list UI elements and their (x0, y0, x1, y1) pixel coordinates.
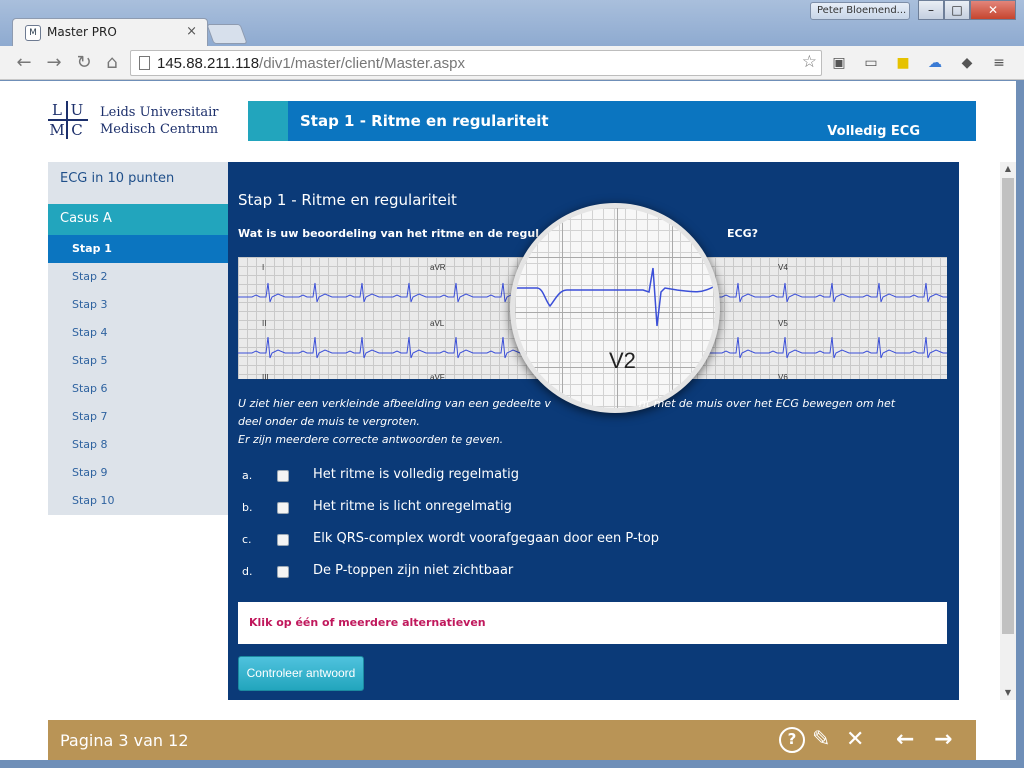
back-icon[interactable]: ← (12, 51, 36, 75)
bookmark-star-icon[interactable]: ☆ (802, 52, 817, 72)
option-letter: c. (242, 533, 252, 546)
sidebar-item-step-7[interactable]: Stap 7 (48, 403, 228, 431)
logo-text: Leids Universitair Medisch Centrum (100, 104, 219, 138)
header-subtitle: Volledig ECG (827, 124, 920, 139)
pocket-icon[interactable]: ◆ (958, 54, 976, 72)
main-panel: Stap 1 - Ritme en regulariteit Wat is uw… (228, 162, 959, 700)
page-icon (139, 56, 150, 70)
check-answer-button[interactable]: Controleer antwoord (238, 656, 364, 691)
question-left: Wat is uw beoordeling van het ritme en d… (238, 227, 539, 240)
answer-option[interactable]: c. Elk QRS-complex wordt voorafgegaan doo… (242, 531, 842, 551)
cast-icon[interactable]: ▭ (862, 54, 880, 72)
option-label: Het ritme is licht onregelmatig (313, 499, 512, 514)
scroll-down-icon[interactable]: ▼ (1000, 686, 1016, 700)
answer-option[interactable]: a. Het ritme is volledig regelmatig (242, 467, 842, 487)
option-letter: b. (242, 501, 253, 514)
feedback-box: Klik op één of meerdere alternatieven (238, 602, 947, 644)
magnified-trace (515, 267, 715, 327)
option-label: Elk QRS-complex wordt voorafgegaan door … (313, 531, 659, 546)
option-checkbox[interactable] (277, 566, 289, 578)
sidebar-item-step-9[interactable]: Stap 9 (48, 459, 228, 487)
option-letter: a. (242, 469, 253, 482)
option-checkbox[interactable] (277, 534, 289, 546)
extension-icon[interactable]: ▣ (830, 54, 848, 72)
logo-mark: L U M C (48, 101, 88, 139)
close-icon[interactable]: ✕ (846, 728, 864, 752)
sidebar-item-step-8[interactable]: Stap 8 (48, 431, 228, 459)
question-right: ECG? (727, 227, 758, 240)
browser-tab[interactable]: M Master PRO × (12, 18, 208, 46)
sidebar-item-step-6[interactable]: Stap 6 (48, 375, 228, 403)
sidebar-item-ecg-in-10-punten[interactable]: ECG in 10 punten (48, 162, 228, 204)
magnifier-lead-label: V2 (609, 348, 636, 373)
url-host: 145.88.211.118 (157, 55, 260, 72)
page-title: Stap 1 - Ritme en regulariteit (238, 191, 457, 209)
sidebar: ECG in 10 punten Casus A Stap 1 Stap 2 Sta… (48, 162, 228, 515)
pagination-text: Pagina 3 van 12 (60, 731, 189, 750)
forward-icon[interactable]: → (42, 51, 66, 75)
option-checkbox[interactable] (277, 502, 289, 514)
maximize-button[interactable]: □ (944, 0, 970, 20)
home-icon[interactable]: ⌂ (100, 51, 124, 75)
ecg-magnifier: V2 (510, 203, 720, 413)
instruction-line3: Er zijn meerdere correcte antwoorden te … (238, 433, 504, 446)
url-path: /div1/master/client/Master.aspx (259, 55, 465, 72)
page-scrollbar[interactable]: ▲ ▼ (1000, 162, 1016, 700)
sidebar-item-step-2[interactable]: Stap 2 (48, 263, 228, 291)
answer-option[interactable]: d. De P-toppen zijn niet zichtbaar (242, 563, 842, 583)
feedback-message: Klik op één of meerdere alternatieven (249, 616, 486, 629)
header-bar: Stap 1 - Ritme en regulariteit Volledig … (288, 101, 976, 141)
browser-toolbar: ← → ↻ ⌂ 145.88.211.118/div1/master/clien… (0, 46, 1024, 80)
notes-extension-icon[interactable]: ■ (894, 54, 912, 72)
option-letter: d. (242, 565, 253, 578)
lumc-logo: L U M C Leids Universitair Medisch Centr… (48, 101, 248, 141)
master-favicon-icon: M (25, 25, 41, 41)
option-label: De P-toppen zijn niet zichtbaar (313, 563, 514, 578)
tab-title: Master PRO (47, 25, 117, 39)
instruction-line1-left: U ziet hier een verkleinde afbeelding va… (238, 397, 551, 410)
window-titlebar: M Master PRO × Peter Bloemend... – □ ✕ (0, 0, 1024, 46)
logo-letter: L (52, 101, 62, 119)
sidebar-item-step-1[interactable]: Stap 1 (48, 235, 228, 263)
option-checkbox[interactable] (277, 470, 289, 482)
previous-arrow-icon[interactable]: ← (896, 728, 914, 752)
footer-bar: Pagina 3 van 12 ? ✎ ✕ ← → (48, 720, 976, 760)
instruction-line1-right: nt met de muis over het ECG bewegen om h… (638, 397, 896, 410)
logo-line2: Medisch Centrum (100, 122, 219, 137)
sidebar-step-list: Stap 1 Stap 2 Stap 3 Stap 4 Stap 5 Stap 6 Stap… (48, 235, 228, 515)
tab-close-icon[interactable]: × (186, 24, 197, 39)
new-tab-button[interactable] (206, 24, 248, 44)
logo-letter: U (70, 101, 84, 119)
logo-letter: M (49, 121, 65, 139)
close-window-button[interactable]: ✕ (970, 0, 1016, 20)
next-arrow-icon[interactable]: → (934, 728, 952, 752)
help-icon[interactable]: ? (779, 727, 805, 753)
menu-icon[interactable]: ≡ (990, 54, 1008, 72)
scroll-thumb[interactable] (1002, 178, 1014, 634)
scroll-up-icon[interactable]: ▲ (1000, 162, 1016, 176)
sidebar-item-step-4[interactable]: Stap 4 (48, 319, 228, 347)
reload-icon[interactable]: ↻ (72, 51, 96, 75)
sidebar-item-step-3[interactable]: Stap 3 (48, 291, 228, 319)
header-accent (248, 101, 288, 141)
minimize-button[interactable]: – (918, 0, 944, 20)
logo-letter: C (71, 121, 83, 139)
instruction-text: U ziet hier een verkleinde afbeelding va… (238, 395, 943, 449)
sidebar-section-casus-a[interactable]: Casus A (48, 204, 228, 235)
cloud-extension-icon[interactable]: ☁ (926, 54, 944, 72)
sidebar-item-step-10[interactable]: Stap 10 (48, 487, 228, 515)
logo-line1: Leids Universitair (100, 105, 219, 120)
option-label: Het ritme is volledig regelmatig (313, 467, 519, 482)
sidebar-item-step-5[interactable]: Stap 5 (48, 347, 228, 375)
answer-option[interactable]: b. Het ritme is licht onregelmatig (242, 499, 842, 519)
address-bar[interactable]: 145.88.211.118/div1/master/client/Master… (130, 50, 822, 76)
header-title: Stap 1 - Ritme en regulariteit (300, 112, 549, 130)
profile-button[interactable]: Peter Bloemend... (810, 2, 910, 20)
notes-icon[interactable]: ✎ (812, 728, 830, 752)
instruction-line2: deel onder de muis te vergroten. (238, 415, 420, 428)
